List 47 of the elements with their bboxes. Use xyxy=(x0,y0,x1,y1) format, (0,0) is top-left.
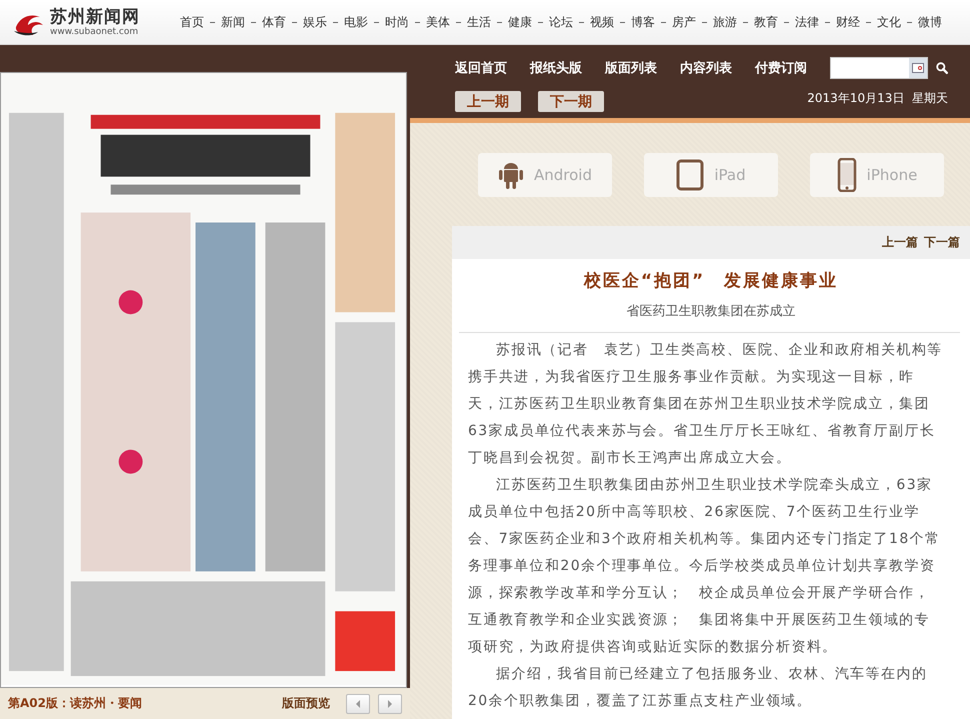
tablet-icon xyxy=(676,159,704,191)
channel-link[interactable]: 电影 xyxy=(344,14,368,30)
issue-date: 2013年10月13日 星期天 xyxy=(807,90,948,107)
issue-button[interactable]: 上一期 xyxy=(455,91,521,112)
search-field[interactable] xyxy=(830,57,928,79)
channel-link[interactable]: 首页 xyxy=(180,14,204,30)
keyboard-icon[interactable] xyxy=(909,58,927,78)
nav-link[interactable]: 版面列表 xyxy=(605,59,657,77)
channel-link[interactable]: 体育 xyxy=(262,14,286,30)
channel-link[interactable]: 视频 xyxy=(590,14,614,30)
android-icon xyxy=(498,160,524,190)
channel-link[interactable]: 房产 xyxy=(672,14,696,30)
channel-link[interactable]: 新闻 xyxy=(221,14,245,30)
channel-link[interactable]: 微博 xyxy=(918,14,942,30)
article-paragraph: 苏报讯（记者 袁艺）卫生类高校、医院、企业和政府相关机构等携手共进，为我省医疗卫生服务事业作贡献。为实现这一目标，昨天，江苏医药卫生职业教育集团在苏州卫生职业技术学院成立，集团63家成员单位代表来苏与会。省卫生厅厅长王咏红、省教育厅副厅长丁晓昌到会祝贺。副市长王鸿声出席成立大会。 xyxy=(468,341,944,468)
channel-link[interactable]: 论坛 xyxy=(549,14,573,30)
channel-link[interactable]: 法律 xyxy=(795,14,819,30)
channel-link[interactable]: 美体 xyxy=(426,14,450,30)
nav-link[interactable]: 报纸头版 xyxy=(530,59,582,77)
channel-link[interactable]: 时尚 xyxy=(385,14,409,30)
article-nav-link[interactable]: 上一篇 xyxy=(882,234,918,251)
channel-link[interactable]: 财经 xyxy=(836,14,860,30)
channel-link[interactable]: 旅游 xyxy=(713,14,737,30)
channel-link[interactable]: 教育 xyxy=(754,14,778,30)
caret-right-icon xyxy=(386,698,394,708)
phone-icon xyxy=(836,158,857,192)
article-paragraph: 江苏医药卫生职教集团由苏州卫生职业技术学院牵头成立，63家成员单位中包括20所中高等职校、26家医院、7个医药卫生行业学会、7家医药企业和3个政府相关机构等。集团内还专门指定了18个常务理事单位和20余个理事单位。今后学校类成员单位计划共享教学资源，探索教学改革和学分互认； 校企成员单位会开展产学研合作，互通教育教学和企业实践资源； 集团将集中开展医药卫生领域的专项研究，为政府提供咨询或贴近实际的数据分析资料。 xyxy=(468,476,942,657)
article-subtitle: 省医药卫生职教集团在苏成立 xyxy=(626,303,796,320)
article-nav-link[interactable]: 下一篇 xyxy=(924,234,960,251)
channel-link[interactable]: 生活 xyxy=(467,14,491,30)
channel-link[interactable]: 健康 xyxy=(508,14,532,30)
channel-link[interactable]: 文化 xyxy=(877,14,901,30)
channel-link[interactable]: 博客 xyxy=(631,14,655,30)
next-page-button[interactable] xyxy=(378,694,402,714)
site-url: www.subaonet.com xyxy=(50,26,140,36)
previous-page-button[interactable] xyxy=(346,694,370,714)
page-label: 第A02版：读苏州・要闻 xyxy=(8,695,143,712)
site-name: 苏州新闻网 xyxy=(50,8,140,26)
issue-button[interactable]: 下一期 xyxy=(538,91,604,112)
nav-link[interactable]: 返回首页 xyxy=(455,59,507,77)
nav-link[interactable]: 付费订阅 xyxy=(755,59,807,77)
preview-label: 版面预览 xyxy=(282,695,330,712)
channel-link[interactable]: 娱乐 xyxy=(303,14,327,30)
caret-left-icon xyxy=(354,698,362,708)
nav-link[interactable]: 内容列表 xyxy=(680,59,732,77)
article-paragraph: 据介绍，我省目前已经建立了包括服务业、农林、汽车等在内的20余个职教集团，覆盖了江苏重点支柱产业领域。 xyxy=(468,665,928,711)
article-title: 校医企“抱团” 发展健康事业 xyxy=(582,270,840,292)
